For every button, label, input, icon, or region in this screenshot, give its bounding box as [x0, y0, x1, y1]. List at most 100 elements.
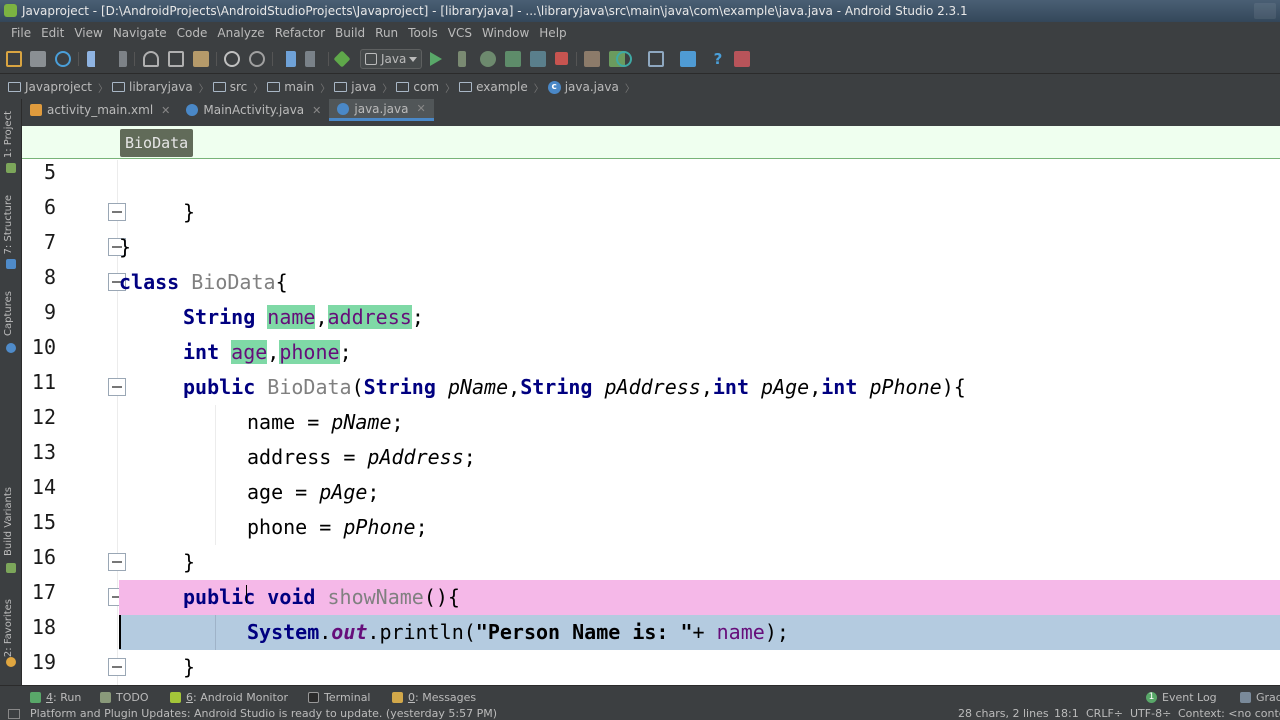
tool-tab-event-log[interactable]: 1 Event Log [1146, 686, 1217, 708]
breadcrumb-item[interactable]: c java.java 〉 [547, 80, 635, 95]
code-line[interactable]: } [119, 195, 1280, 230]
line-gutter[interactable]: 5 6 7 8 9 10 11 12 13 14 15 16 17 18 19 [22, 160, 126, 685]
menu-refactor[interactable]: Refactor [270, 22, 330, 44]
menu-run[interactable]: Run [370, 22, 403, 44]
tool-tab-todo[interactable]: TODO [100, 686, 149, 708]
cut-icon[interactable] [143, 51, 159, 67]
menu-edit[interactable]: Edit [36, 22, 69, 44]
menu-help[interactable]: Help [534, 22, 571, 44]
tool-tab-structure[interactable]: 7: Structure [3, 195, 14, 254]
close-icon[interactable]: ✕ [312, 104, 321, 117]
tool-tab-android-monitor[interactable]: 6: Android Monitor [170, 686, 288, 708]
status-message[interactable]: Platform and Plugin Updates: Android Stu… [30, 707, 497, 720]
breadcrumb-item[interactable]: main 〉 [267, 80, 330, 95]
tool-tab-gradle[interactable]: Grad [1240, 686, 1280, 708]
star-icon [6, 657, 16, 667]
tool-tab-project[interactable]: 1: Project [3, 111, 14, 158]
messages-icon [392, 691, 403, 703]
code-line[interactable]: name = pName; [119, 405, 1280, 440]
title-bar: Javaproject - [D:\AndroidProjects\Androi… [0, 0, 1280, 22]
sync-gradle-icon[interactable] [616, 51, 632, 67]
menu-window[interactable]: Window [477, 22, 534, 44]
tool-tab-run[interactable]: 4: Run [30, 686, 81, 708]
find-icon[interactable] [224, 51, 240, 67]
code-editor[interactable]: BioData 5 6 7 8 9 10 11 12 13 14 15 16 1… [22, 126, 1280, 685]
breadcrumb-item[interactable]: libraryjava 〉 [112, 80, 209, 95]
code-line[interactable]: } [119, 650, 1280, 685]
breadcrumb-item[interactable]: example 〉 [459, 80, 544, 95]
event-log-badge: 1 [1146, 691, 1157, 703]
menu-build[interactable]: Build [330, 22, 370, 44]
code-line[interactable]: address = pAddress; [119, 440, 1280, 475]
line-number: 9 [43, 300, 56, 324]
debug-icon[interactable] [480, 51, 496, 67]
code-line[interactable]: } [119, 230, 1280, 265]
code-line[interactable]: } [119, 545, 1280, 580]
code-line[interactable]: public BioData(String pName,String pAddr… [119, 370, 1280, 405]
code-area[interactable]: } } class BioData{ String name,address; … [119, 160, 1280, 685]
open-folder-icon[interactable] [6, 51, 22, 67]
back-icon[interactable] [280, 51, 296, 67]
status-bar: Platform and Plugin Updates: Android Stu… [0, 707, 1280, 720]
todo-icon [100, 691, 111, 703]
breadcrumb-item[interactable]: com 〉 [396, 80, 455, 95]
android-studio-icon [4, 4, 17, 17]
copy-icon[interactable] [168, 51, 184, 67]
code-line[interactable] [119, 160, 1280, 195]
line-separator[interactable]: CRLF÷ [1086, 707, 1123, 720]
caret-position[interactable]: 18:1 [1054, 707, 1079, 720]
attach-process-icon[interactable] [530, 51, 546, 67]
breadcrumb-item[interactable]: Javaproject 〉 [8, 80, 108, 95]
menu-analyze[interactable]: Analyze [212, 22, 269, 44]
stop-icon[interactable] [555, 52, 568, 65]
breadcrumb-item[interactable]: src 〉 [212, 80, 263, 95]
bottom-tool-bar: 4: Run TODO 6: Android Monitor Terminal … [0, 685, 1280, 707]
tab-activity-main-xml[interactable]: activity_main.xml ✕ [22, 99, 178, 121]
replace-icon[interactable] [249, 51, 265, 67]
tool-tab-build-variants[interactable]: Build Variants [3, 487, 14, 556]
code-line[interactable]: String name,address; [119, 300, 1280, 335]
code-line[interactable]: phone = pPhone; [119, 510, 1280, 545]
file-encoding[interactable]: UTF-8÷ [1130, 707, 1171, 720]
android-monitor-icon[interactable] [734, 51, 750, 67]
menu-vcs[interactable]: VCS [443, 22, 477, 44]
make-icon[interactable] [333, 50, 351, 68]
menu-code[interactable]: Code [172, 22, 213, 44]
run-config-select[interactable]: Java [360, 49, 422, 69]
redo-icon[interactable] [111, 51, 127, 67]
menu-navigate[interactable]: Navigate [108, 22, 172, 44]
tool-windows-icon[interactable] [8, 709, 20, 719]
code-line[interactable]: int age,phone; [119, 335, 1280, 370]
mouse-ibeam-cursor [246, 585, 247, 603]
avd-manager-icon[interactable] [584, 51, 600, 67]
tab-main-activity-java[interactable]: MainActivity.java ✕ [178, 99, 329, 121]
save-icon[interactable] [30, 51, 46, 67]
tool-tab-messages[interactable]: 0: Messages [392, 686, 476, 708]
sticky-class-label[interactable]: BioData [120, 129, 194, 157]
tool-tab-favorites[interactable]: 2: Favorites [3, 599, 14, 657]
undo-icon[interactable] [87, 51, 103, 67]
tool-tab-terminal[interactable]: Terminal [308, 686, 371, 708]
sync-icon[interactable] [55, 51, 71, 67]
help-icon[interactable]: ? [710, 51, 726, 67]
project-structure-icon[interactable] [648, 51, 664, 67]
window-controls[interactable] [1254, 3, 1276, 19]
close-icon[interactable]: ✕ [161, 104, 170, 117]
breadcrumb-item[interactable]: java 〉 [334, 80, 392, 95]
apply-changes-icon[interactable] [458, 51, 466, 67]
close-icon[interactable]: ✕ [416, 102, 425, 115]
forward-icon[interactable] [305, 51, 321, 67]
tab-java-java[interactable]: java.java ✕ [329, 99, 434, 121]
menu-tools[interactable]: Tools [403, 22, 443, 44]
code-line[interactable]: age = pAge; [119, 475, 1280, 510]
code-line[interactable]: class BioData{ [119, 265, 1280, 300]
menu-file[interactable]: File [6, 22, 36, 44]
attach-debugger-icon[interactable] [505, 51, 521, 67]
paste-icon[interactable] [193, 51, 209, 67]
code-line-breakpoint[interactable]: public void showName(){ [119, 580, 1280, 615]
code-line-current[interactable]: System.out.println("Person Name is: "+ n… [119, 615, 1280, 650]
android-device-monitor-icon[interactable] [680, 51, 696, 67]
tool-tab-captures[interactable]: Captures [3, 291, 14, 336]
menu-view[interactable]: View [69, 22, 107, 44]
run-icon[interactable] [430, 52, 442, 66]
